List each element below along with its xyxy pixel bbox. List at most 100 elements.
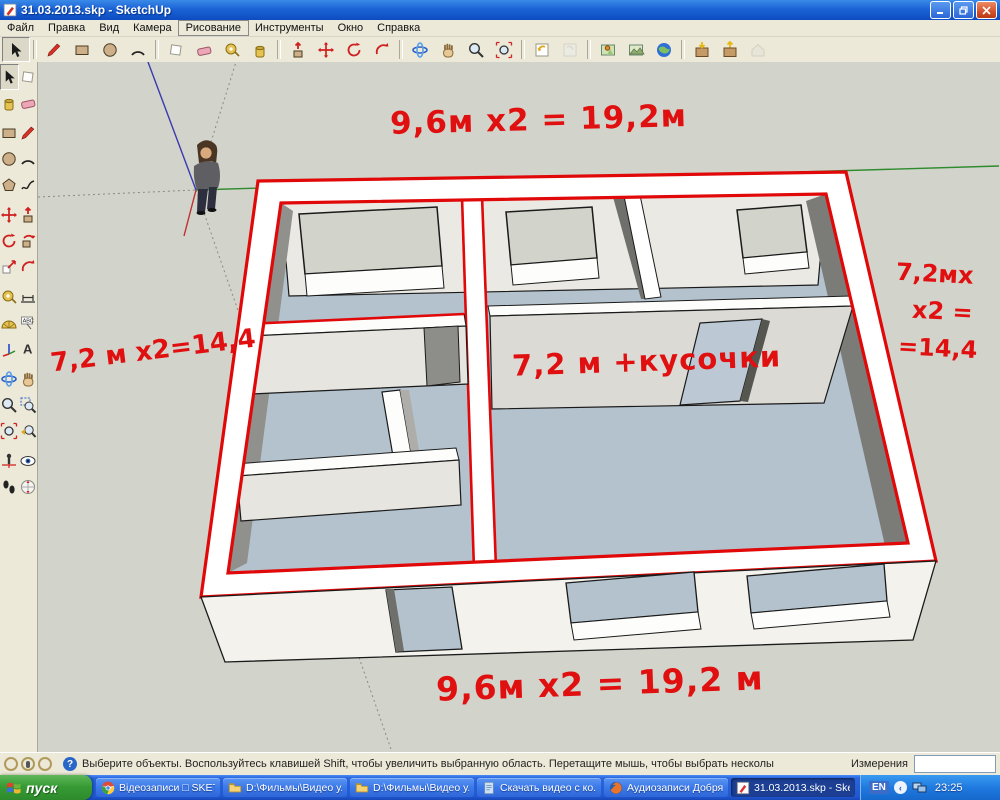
taskbar-clock[interactable]: 23:25	[935, 782, 963, 794]
eraser-tool-button[interactable]	[190, 37, 218, 62]
orbit-tool-button[interactable]	[0, 366, 19, 392]
line-tool-button[interactable]	[40, 37, 68, 62]
status-circle-icon[interactable]	[38, 757, 52, 771]
toolbar-row	[0, 366, 37, 392]
move-tool-button[interactable]	[0, 202, 19, 228]
tape-measure-button[interactable]	[0, 284, 19, 310]
zoom-extents-icon	[1, 422, 18, 440]
arc-tool-button[interactable]	[19, 146, 38, 172]
network-icon[interactable]	[912, 781, 928, 795]
position-camera-button[interactable]	[0, 448, 19, 474]
make-component-button[interactable]	[19, 64, 37, 90]
menu-camera[interactable]: Камера	[126, 21, 178, 35]
pan-icon	[22, 372, 34, 387]
minimize-button[interactable]	[930, 1, 951, 19]
orbit-tool-button[interactable]	[406, 37, 434, 62]
dimension-tool-button[interactable]	[19, 284, 38, 310]
offset-tool-button[interactable]	[19, 254, 38, 280]
menu-edit[interactable]: Правка	[41, 21, 92, 35]
google-earth-button[interactable]	[650, 37, 678, 62]
section-plane-button[interactable]	[19, 474, 38, 500]
language-indicator[interactable]: EN	[869, 781, 889, 794]
zoom-previous-button[interactable]	[19, 418, 38, 444]
component-house-button[interactable]	[744, 37, 772, 62]
rotate-tool-button[interactable]	[0, 228, 19, 254]
add-location-button[interactable]	[594, 37, 622, 62]
google-earth-icon	[657, 42, 671, 57]
menu-view[interactable]: Вид	[92, 21, 126, 35]
pan-tool-button[interactable]	[434, 37, 462, 62]
help-icon[interactable]: ?	[63, 757, 77, 771]
scale-tool-button[interactable]	[0, 254, 19, 280]
push-pull-button[interactable]	[284, 37, 312, 62]
zoom-window-button[interactable]	[19, 392, 38, 418]
get-models-button[interactable]	[688, 37, 716, 62]
toggle-terrain-button[interactable]	[622, 37, 650, 62]
circle-tool-button[interactable]	[0, 146, 19, 172]
taskbar-item-sketchup[interactable]: 31.03.2013.skp - Ske...	[731, 778, 855, 797]
model-canvas[interactable]	[38, 62, 1000, 752]
tray-collapse-icon[interactable]: ‹	[893, 781, 907, 794]
menu-tools[interactable]: Инструменты	[248, 21, 331, 35]
look-around-button[interactable]	[19, 448, 38, 474]
taskbar-item-folder-2[interactable]: D:\Фильмы\Видео у...	[350, 778, 474, 797]
axes-icon	[3, 344, 16, 357]
toggle-terrain-icon	[629, 44, 645, 55]
measurements-input[interactable]	[914, 755, 996, 773]
follow-me-button[interactable]	[19, 228, 38, 254]
select-tool-button[interactable]	[2, 37, 30, 62]
next-view-button[interactable]	[556, 37, 584, 62]
zoom-extents-button[interactable]	[490, 37, 518, 62]
pan-tool-button[interactable]	[19, 366, 38, 392]
sketchup-window: 31.03.2013.skp - SketchUp Файл Правка Ви…	[0, 0, 1000, 800]
move-tool-button[interactable]	[312, 37, 340, 62]
tape-measure-button[interactable]	[218, 37, 246, 62]
3d-text-button[interactable]: A	[19, 336, 38, 362]
make-component-button[interactable]	[162, 37, 190, 62]
rectangle-tool-button[interactable]	[0, 120, 19, 146]
paint-bucket-button[interactable]	[0, 90, 19, 116]
rotate-tool-button[interactable]	[340, 37, 368, 62]
push-pull-button[interactable]	[19, 202, 38, 228]
annotation-right-line2: х2 =	[911, 295, 974, 327]
offset-tool-button[interactable]	[368, 37, 396, 62]
menu-file[interactable]: Файл	[0, 21, 41, 35]
status-circle-icon[interactable]	[4, 757, 18, 771]
axes-tool-button[interactable]	[0, 336, 19, 362]
zoom-extents-button[interactable]	[0, 418, 19, 444]
protractor-tool-button[interactable]	[0, 310, 19, 336]
start-button[interactable]: пуск	[0, 775, 92, 800]
select-tool-button[interactable]	[0, 64, 19, 90]
measurements-label: Измерения	[850, 758, 908, 770]
circle-tool-button[interactable]	[96, 37, 124, 62]
menu-help[interactable]: Справка	[370, 21, 427, 35]
paint-bucket-button[interactable]	[246, 37, 274, 62]
toolbar-row	[0, 228, 37, 254]
eraser-tool-button[interactable]	[19, 90, 38, 116]
floor-plan-model[interactable]	[199, 170, 938, 663]
taskbar-item-download[interactable]: Скачать видео с ко...	[477, 778, 601, 797]
freehand-tool-button[interactable]	[19, 172, 38, 198]
taskbar-item-folder-1[interactable]: D:\Фильмы\Видео у...	[223, 778, 347, 797]
walk-tool-button[interactable]	[0, 474, 19, 500]
taskbar-item-browser[interactable]: Відеозаписи □ SKET...	[96, 778, 220, 797]
close-button[interactable]	[976, 1, 997, 19]
toolbar-row	[0, 90, 37, 116]
rectangle-tool-button[interactable]	[68, 37, 96, 62]
menu-window[interactable]: Окно	[331, 21, 371, 35]
svg-text:ABC: ABC	[22, 319, 33, 325]
zoom-tool-button[interactable]	[462, 37, 490, 62]
line-tool-button[interactable]	[19, 120, 38, 146]
status-circle-icon[interactable]	[21, 757, 35, 771]
previous-view-button[interactable]	[528, 37, 556, 62]
title-bar[interactable]: 31.03.2013.skp - SketchUp	[0, 0, 1000, 20]
polygon-tool-button[interactable]	[0, 172, 19, 198]
arc-tool-button[interactable]	[124, 37, 152, 62]
menu-draw[interactable]: Рисование	[177, 20, 249, 36]
restore-button[interactable]	[953, 1, 974, 19]
text-tool-button[interactable]: ABC	[19, 310, 38, 336]
share-model-button[interactable]	[716, 37, 744, 62]
zoom-tool-button[interactable]	[0, 392, 19, 418]
taskbar-item-firefox[interactable]: Аудиозаписи Добряк...	[604, 778, 728, 797]
taskbar: пуск Відеозаписи □ SKET... D:\Фильмы\Вид…	[0, 775, 1000, 800]
